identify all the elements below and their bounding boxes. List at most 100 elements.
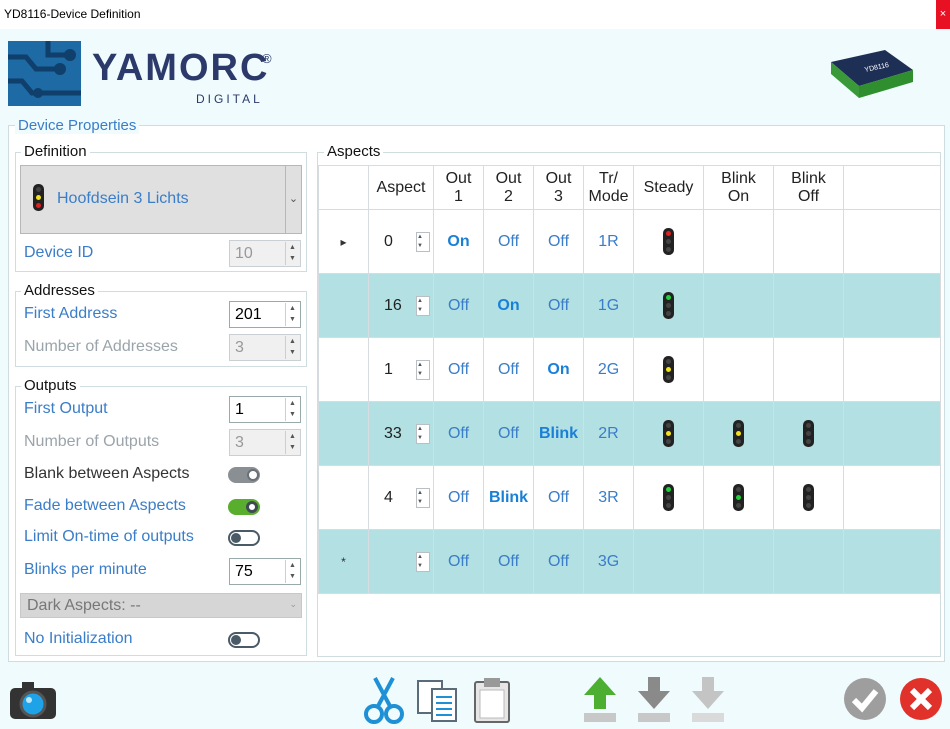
mode-cell[interactable]: 2G xyxy=(583,337,634,402)
aspect-cell[interactable]: 4 ▲ ▼ xyxy=(368,465,434,530)
aspects-label: Aspects xyxy=(324,143,384,160)
empty-cell xyxy=(843,337,941,402)
no-init-toggle[interactable] xyxy=(228,632,260,648)
definition-select[interactable]: Hoofdsein 3 Lichts ⌄ xyxy=(20,165,302,234)
out3-cell[interactable]: Blink xyxy=(533,401,584,466)
out2-cell[interactable]: Off xyxy=(483,337,534,402)
definition-selected: Hoofdsein 3 Lichts xyxy=(57,190,189,207)
out2-cell[interactable]: Off xyxy=(483,529,534,594)
blink-on-cell xyxy=(703,401,774,466)
cut-icon[interactable] xyxy=(363,676,405,729)
steady-cell xyxy=(633,465,704,530)
col-out3[interactable]: Out 3 xyxy=(533,165,584,210)
aspect-cell[interactable]: 16 ▲ ▼ xyxy=(368,273,434,338)
out1-cell[interactable]: On xyxy=(433,209,484,274)
col-aspect[interactable]: Aspect xyxy=(368,165,434,210)
dark-aspects-select: Dark Aspects: -- ⌄ xyxy=(20,593,302,618)
out3-cell[interactable]: Off xyxy=(533,209,584,274)
out3-cell[interactable]: Off xyxy=(533,529,584,594)
blink-on-cell xyxy=(703,529,774,594)
blink-on-cell xyxy=(703,337,774,402)
fade-between-label: Fade between Aspects xyxy=(24,497,186,514)
table-row[interactable]: 16 ▲ ▼ Off On Off 1G xyxy=(318,273,941,338)
col-blink-on[interactable]: Blink On xyxy=(703,165,774,210)
col-out1[interactable]: Out 1 xyxy=(433,165,484,210)
row-marker xyxy=(318,337,369,402)
blink-off-cell xyxy=(773,401,844,466)
device-id-field: 10 ▲ ▼ xyxy=(229,240,301,267)
out2-cell[interactable]: On xyxy=(483,273,534,338)
out2-cell[interactable]: Blink xyxy=(483,465,534,530)
mode-cell[interactable]: 1R xyxy=(583,209,634,274)
empty-cell xyxy=(843,209,941,274)
table-row[interactable]: 33 ▲ ▼ Off Off Blink 2R xyxy=(318,401,941,466)
upload-icon[interactable] xyxy=(582,675,618,728)
out3-cell[interactable]: On xyxy=(533,337,584,402)
out1-cell[interactable]: Off xyxy=(433,273,484,338)
col-blink-off[interactable]: Blink Off xyxy=(773,165,844,210)
empty-cell xyxy=(843,273,941,338)
mode-cell[interactable]: 3R xyxy=(583,465,634,530)
copy-icon[interactable] xyxy=(416,679,460,728)
aspect-cell[interactable]: 33 ▲ ▼ xyxy=(368,401,434,466)
aspects-table[interactable]: Aspect Out 1 Out 2 Out 3 Tr/Mode Steady Bli… xyxy=(318,165,941,594)
fade-between-toggle[interactable] xyxy=(228,499,260,515)
limit-ontime-toggle[interactable] xyxy=(228,530,260,546)
ok-icon[interactable] xyxy=(843,677,887,726)
num-outputs-label: Number of Outputs xyxy=(24,433,160,450)
aspect-cell[interactable]: ▲ ▼ xyxy=(368,529,434,594)
out1-cell[interactable]: Off xyxy=(433,401,484,466)
table-row[interactable]: ▸ 0 ▲ ▼ On Off Off 1R xyxy=(318,209,941,274)
blank-between-toggle[interactable] xyxy=(228,467,260,483)
steady-cell xyxy=(633,209,704,274)
limit-ontime-label: Limit On-time of outputs xyxy=(24,528,194,545)
out2-cell[interactable]: Off xyxy=(483,209,534,274)
camera-icon[interactable] xyxy=(8,679,58,726)
close-icon[interactable]: × xyxy=(936,0,950,29)
out3-cell[interactable]: Off xyxy=(533,273,584,338)
out1-cell[interactable]: Off xyxy=(433,465,484,530)
aspect-cell[interactable]: 1 ▲ ▼ xyxy=(368,337,434,402)
col-mode[interactable]: Tr/Mode xyxy=(583,165,634,210)
row-marker xyxy=(318,465,369,530)
row-marker xyxy=(318,273,369,338)
first-address-label: First Address xyxy=(24,305,118,322)
blinks-per-minute-field[interactable]: 75 ▲ ▼ xyxy=(229,558,301,585)
mode-cell[interactable]: 1G xyxy=(583,273,634,338)
out2-cell[interactable]: Off xyxy=(483,401,534,466)
device-id-label: Device ID xyxy=(24,244,94,261)
download-all-icon[interactable] xyxy=(690,675,726,728)
col-steady[interactable]: Steady xyxy=(633,165,704,210)
out1-cell[interactable]: Off xyxy=(433,337,484,402)
device-image: YD8116 xyxy=(825,48,915,100)
signal-icon xyxy=(663,292,674,319)
paste-icon[interactable] xyxy=(472,676,512,729)
empty-cell xyxy=(843,529,941,594)
num-addresses-label: Number of Addresses xyxy=(24,338,178,355)
blink-on-cell xyxy=(703,273,774,338)
first-output-field[interactable]: 1 ▲ ▼ xyxy=(229,396,301,423)
aspect-cell[interactable]: 0 ▲ ▼ xyxy=(368,209,434,274)
header: YAMORC ® DIGITAL YD8116 xyxy=(0,29,950,115)
num-outputs-field: 3 ▲ ▼ xyxy=(229,429,301,456)
cancel-icon[interactable] xyxy=(899,677,943,726)
out3-cell[interactable]: Off xyxy=(533,465,584,530)
chevron-down-icon[interactable]: ⌄ xyxy=(285,166,301,233)
signal-icon xyxy=(663,420,674,447)
first-address-field[interactable]: 201 ▲ ▼ xyxy=(229,301,301,328)
table-row[interactable]: 1 ▲ ▼ Off Off On 2G xyxy=(318,337,941,402)
blink-off-cell xyxy=(773,465,844,530)
out1-cell[interactable]: Off xyxy=(433,529,484,594)
mode-cell[interactable]: 3G xyxy=(583,529,634,594)
row-marker xyxy=(318,401,369,466)
col-out2[interactable]: Out 2 xyxy=(483,165,534,210)
num-addresses-field: 3 ▲ ▼ xyxy=(229,334,301,361)
table-row[interactable]: * ▲ ▼ Off Off Off 3G xyxy=(318,529,941,594)
brand-name: YAMORC xyxy=(92,47,270,89)
blinks-per-minute-label: Blinks per minute xyxy=(24,561,147,578)
download-icon[interactable] xyxy=(636,675,672,728)
title-bar: YD8116-Device Definition × xyxy=(0,0,950,29)
table-row[interactable]: 4 ▲ ▼ Off Blink Off 3R xyxy=(318,465,941,530)
outputs-label: Outputs xyxy=(21,377,80,394)
mode-cell[interactable]: 2R xyxy=(583,401,634,466)
